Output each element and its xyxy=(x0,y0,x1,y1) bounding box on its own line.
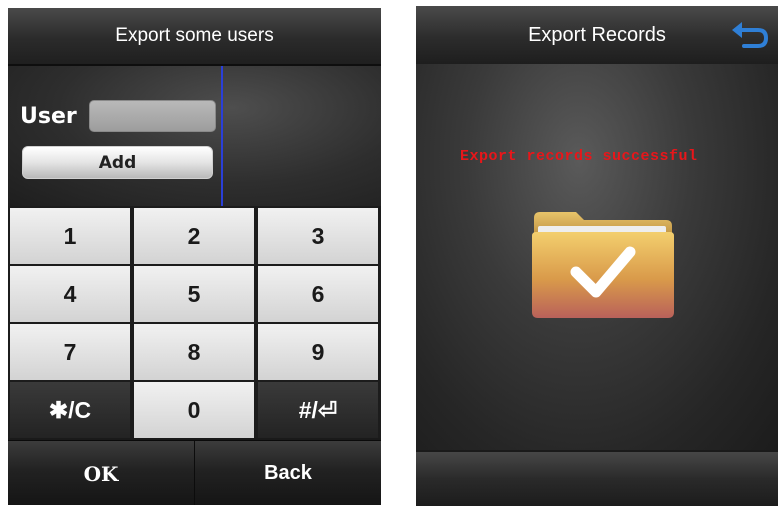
bottom-bar xyxy=(416,452,778,506)
numeric-keypad: 1 2 3 4 5 6 7 8 9 ✱/C 0 #/⏎ xyxy=(8,206,381,438)
content-area: Export records successful xyxy=(416,64,778,450)
export-users-screen: Export some users User Add 1 2 3 4 5 6 7… xyxy=(8,8,381,505)
user-label: User xyxy=(20,104,77,129)
user-input[interactable] xyxy=(89,100,216,132)
add-button[interactable]: Add xyxy=(22,146,213,179)
text-cursor-line xyxy=(221,66,223,206)
key-4[interactable]: 4 xyxy=(10,266,130,322)
key-5[interactable]: 5 xyxy=(134,266,254,322)
key-6[interactable]: 6 xyxy=(258,266,378,322)
page-title: Export Records xyxy=(416,6,778,64)
page-title: Export some users xyxy=(8,8,381,66)
return-arrow-icon[interactable] xyxy=(730,20,770,52)
success-message: Export records successful xyxy=(460,148,698,165)
key-8[interactable]: 8 xyxy=(134,324,254,380)
ok-button[interactable]: OK xyxy=(8,441,194,505)
key-2[interactable]: 2 xyxy=(134,208,254,264)
key-0[interactable]: 0 xyxy=(134,382,254,438)
export-records-screen: Export Records Export records successful xyxy=(416,6,778,506)
back-button[interactable]: Back xyxy=(195,441,381,505)
key-9[interactable]: 9 xyxy=(258,324,378,380)
key-3[interactable]: 3 xyxy=(258,208,378,264)
bottom-bar: OK Back xyxy=(8,440,381,505)
key-hash-enter[interactable]: #/⏎ xyxy=(258,382,378,438)
key-1[interactable]: 1 xyxy=(10,208,130,264)
folder-check-icon xyxy=(532,212,674,318)
user-form: User Add xyxy=(8,66,381,206)
key-7[interactable]: 7 xyxy=(10,324,130,380)
key-star-clear[interactable]: ✱/C xyxy=(10,382,130,438)
